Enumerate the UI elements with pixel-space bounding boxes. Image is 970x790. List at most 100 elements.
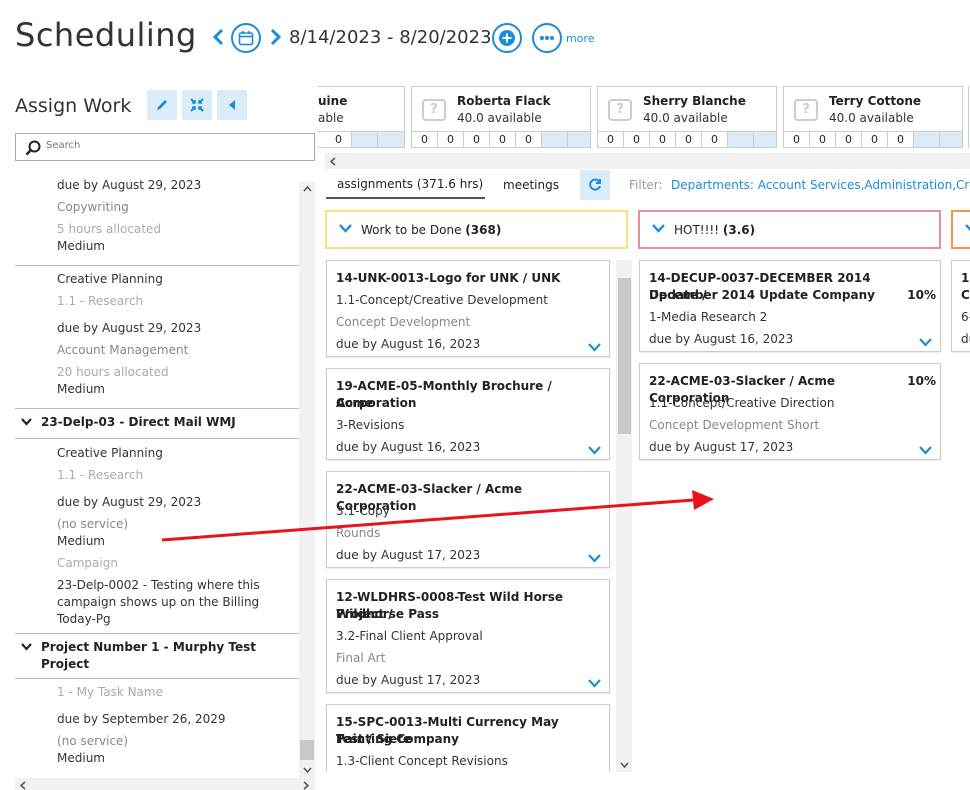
- chevron-down-icon[interactable]: [588, 341, 601, 356]
- card-task: 3-Revisions: [336, 418, 405, 432]
- scrollbar-thumb[interactable]: [618, 278, 631, 434]
- next-week-icon[interactable]: [266, 28, 286, 49]
- hours-cell: 0: [862, 132, 888, 147]
- hours-cell: 0: [412, 132, 438, 147]
- task-sub: 1.1 - Research: [57, 468, 144, 482]
- assignment-card[interactable]: 22-ACME-03-Slacker / Acme Corporation 3.…: [326, 471, 610, 568]
- due-date: due by August 29, 2023: [57, 321, 202, 335]
- resource-card[interactable]: ? Roberta Flack 40.0 available 0 0 0 0 0: [411, 86, 591, 148]
- chevron-down-icon[interactable]: [652, 221, 665, 237]
- scroll-left-icon[interactable]: [20, 781, 26, 790]
- hours-cell: 0: [490, 132, 516, 147]
- card-task: 1.1-Concept/Creative Development: [336, 293, 548, 307]
- project-group-title[interactable]: 23-Delp-03 - Direct Mail WMJ: [41, 415, 236, 429]
- card-due: due by August 16, 2023: [336, 337, 481, 351]
- prev-week-icon[interactable]: [208, 28, 228, 49]
- chevron-down-icon[interactable]: [588, 552, 601, 567]
- campaign-label: Campaign: [57, 556, 118, 570]
- chevron-down-icon[interactable]: [965, 221, 970, 237]
- card-service: Rounds: [336, 526, 381, 540]
- filter-value-link[interactable]: Departments: Account Services,Administra…: [671, 178, 970, 192]
- card-title: 19: [961, 271, 970, 285]
- hours-cell: 0: [676, 132, 702, 147]
- scroll-right-icon[interactable]: [303, 781, 309, 790]
- collapse-panel-icon[interactable]: [217, 90, 247, 120]
- left-vertical-scrollbar[interactable]: [299, 182, 315, 778]
- left-horizontal-scrollbar[interactable]: [15, 778, 315, 790]
- scrollbar-thumb[interactable]: [300, 740, 314, 760]
- divider: [15, 265, 299, 266]
- task-name[interactable]: Creative Planning: [57, 446, 163, 460]
- edit-pencil-icon[interactable]: [147, 90, 177, 120]
- resource-card[interactable]: ? Sherry Blanche 40.0 available 0 0 0 0 …: [597, 86, 777, 148]
- page-title: Scheduling: [15, 16, 197, 54]
- chevron-down-icon[interactable]: [21, 415, 32, 429]
- chevron-down-icon[interactable]: [588, 444, 601, 459]
- column-name: Work to be Done: [361, 223, 462, 237]
- column-label: HOT!!!! (3.6): [674, 223, 755, 237]
- card-due: du: [961, 332, 970, 346]
- assignment-card[interactable]: 22-ACME-03-Slacker / Acme Corporation 10…: [639, 363, 941, 460]
- hours-cell: 0: [438, 132, 464, 147]
- chevron-down-icon[interactable]: [919, 444, 932, 459]
- card-due: due by August 16, 2023: [649, 332, 794, 346]
- unknown-user-icon: ?: [608, 99, 632, 121]
- hours-cell: 0: [888, 132, 914, 147]
- card-task: 6-: [961, 310, 970, 324]
- hours-cell: [378, 132, 404, 147]
- card-title: Painting Company: [336, 732, 459, 746]
- project-group-title[interactable]: Project: [41, 657, 89, 671]
- resource-hours-row: 0: [318, 131, 404, 147]
- service: Account Management: [57, 343, 189, 357]
- assignment-card[interactable]: 19 Cc 6- du: [951, 260, 970, 352]
- hours-cell: 0: [702, 132, 728, 147]
- resource-card[interactable]: uine able 0: [318, 86, 405, 148]
- chevron-down-icon[interactable]: [21, 640, 32, 654]
- column-label: Work to be Done (368): [361, 223, 501, 237]
- tab-meetings[interactable]: meetings: [503, 178, 559, 192]
- assignment-card[interactable]: 19-ACME-05-Monthly Brochure / Acme Corpo…: [326, 368, 610, 460]
- resource-availability: 40.0 available: [829, 111, 914, 125]
- search-input[interactable]: [46, 140, 306, 151]
- more-options-icon[interactable]: [532, 23, 562, 53]
- task-name[interactable]: Creative Planning: [57, 272, 163, 286]
- column-header-hot[interactable]: HOT!!!! (3.6): [638, 210, 941, 249]
- project-group-title[interactable]: Project Number 1 - Murphy Test: [41, 640, 256, 654]
- scroll-up-icon[interactable]: [303, 186, 312, 192]
- assignment-card[interactable]: 14-UNK-0013-Logo for UNK / UNK 1.1-Conce…: [326, 260, 610, 357]
- service: (no service): [57, 517, 129, 531]
- assignment-card[interactable]: 12-WLDHRS-0008-Test Wild Horse Project /…: [326, 579, 610, 693]
- card-task: 1.1-Concept/Creative Direction: [649, 396, 835, 410]
- service: (no service): [57, 734, 129, 748]
- chevron-down-icon[interactable]: [588, 677, 601, 692]
- assignment-card[interactable]: 14-DECUP-0037-DECEMBER 2014 Update / Dec…: [639, 260, 941, 352]
- hours-cell: 0: [598, 132, 624, 147]
- scroll-left-icon[interactable]: [330, 157, 336, 166]
- chevron-down-icon[interactable]: [919, 336, 932, 351]
- card-task: 3.1-Copy: [336, 504, 390, 518]
- collapse-arrows-icon[interactable]: [182, 90, 212, 120]
- more-link[interactable]: more: [566, 32, 595, 45]
- campaign-line: campaign shows up on the Billing: [57, 595, 260, 609]
- hours-cell: [940, 132, 962, 147]
- column-header-third[interactable]: [951, 210, 970, 249]
- chevron-down-icon[interactable]: [339, 221, 352, 237]
- hours-cell: [914, 132, 940, 147]
- divider: [15, 438, 299, 439]
- column-header-todo[interactable]: Work to be Done (368): [325, 210, 628, 249]
- scroll-down-icon[interactable]: [620, 762, 629, 768]
- column-count: (3.6): [722, 223, 756, 237]
- resources-horizontal-scrollbar[interactable]: [325, 153, 970, 169]
- priority: Medium: [57, 382, 105, 396]
- refresh-button[interactable]: [580, 170, 610, 200]
- search-box[interactable]: [15, 133, 315, 161]
- resource-card[interactable]: ? Terry Cottone 40.0 available 0 0 0 0 0: [783, 86, 963, 148]
- hours-cell: [352, 132, 378, 147]
- calendar-icon[interactable]: [231, 23, 261, 53]
- add-icon[interactable]: [492, 23, 522, 53]
- hours-cell: 0: [650, 132, 676, 147]
- card-service: Final Art: [336, 651, 386, 665]
- tab-assignments[interactable]: assignments (371.6 hrs): [337, 177, 483, 191]
- scroll-down-icon[interactable]: [303, 767, 312, 773]
- hours-cell: 0: [836, 132, 862, 147]
